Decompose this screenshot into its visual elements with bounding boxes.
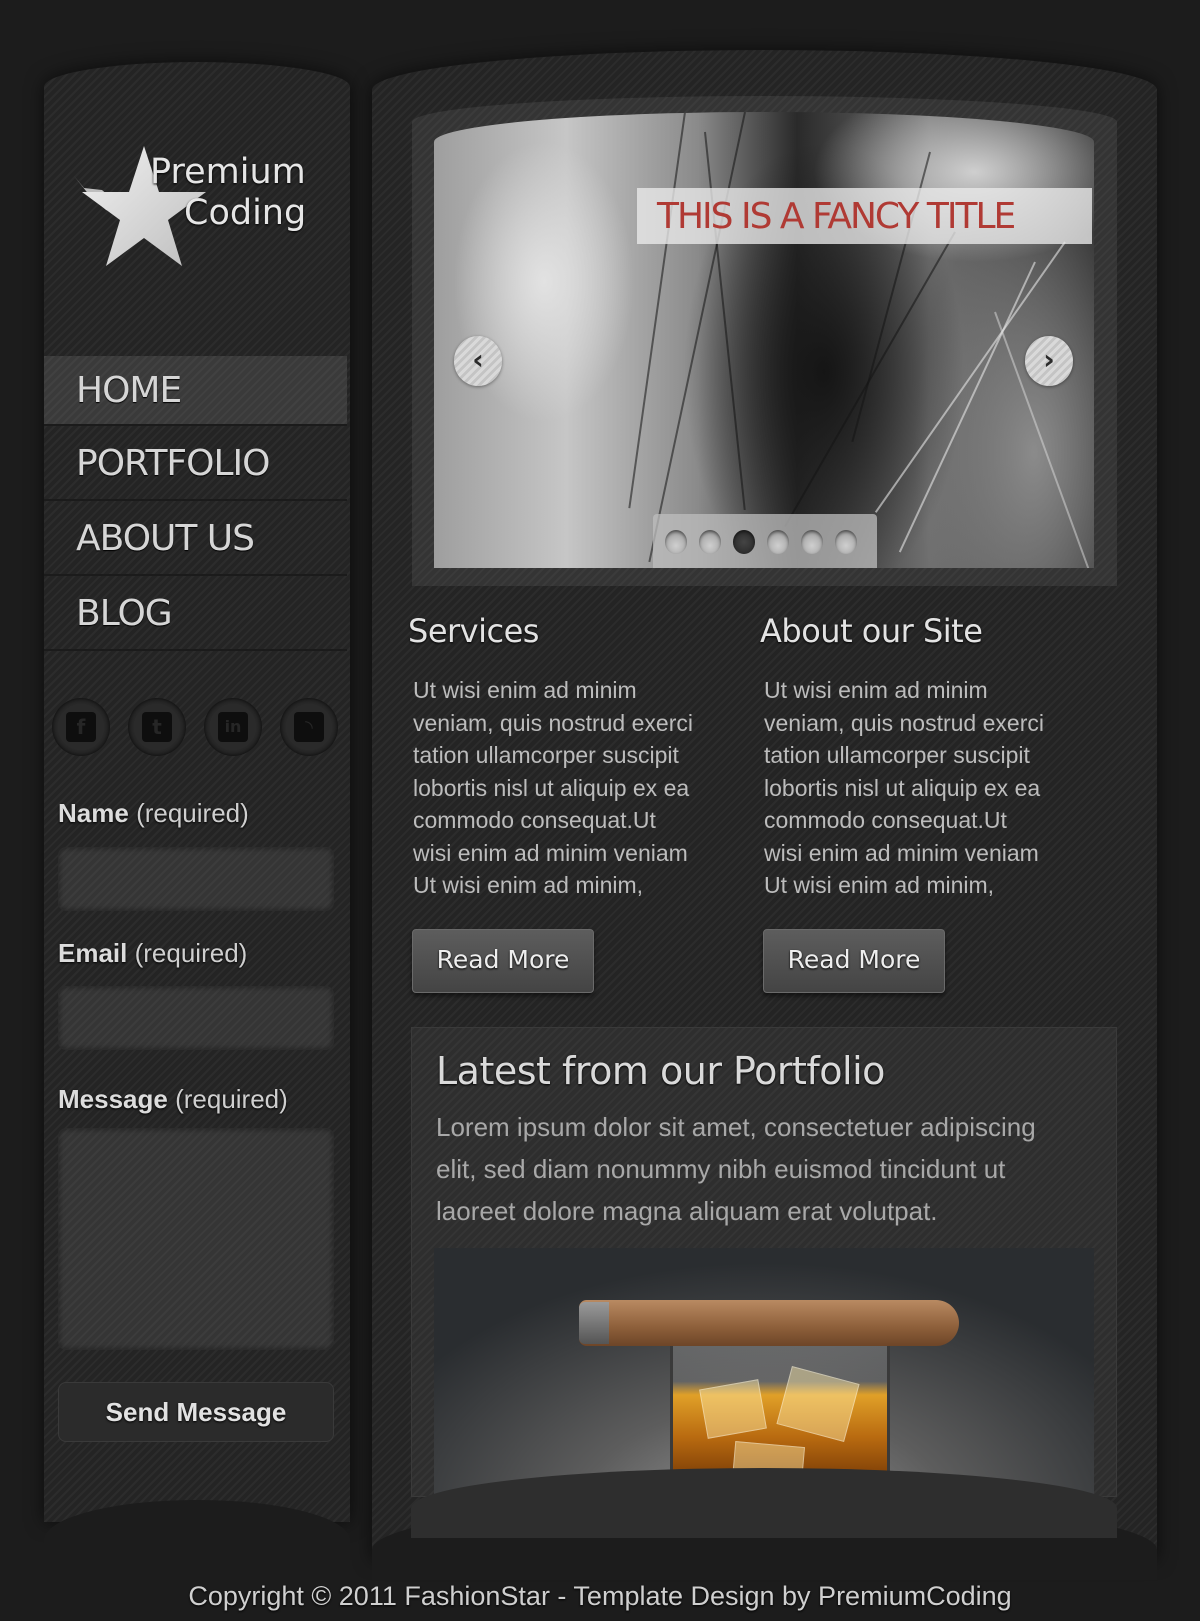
cigar-ash-graphic [579,1302,609,1344]
slide-dot-4[interactable] [767,530,789,554]
slider-image [434,112,1094,568]
about-body: Ut wisi enim ad minim veniam, quis nostr… [764,674,1084,902]
services-line: wisi enim ad minim veniam [413,839,688,866]
about-line: Ut wisi enim ad minim [764,677,988,703]
portfolio-line: Lorem ipsum dolor sit amet, consectetuer… [436,1112,1036,1142]
services-line: lobortis nisl ut aliquip ex ea [413,774,690,801]
message-label-text: Message [58,1084,168,1114]
twitter-button[interactable]: t [128,698,186,756]
portfolio-title: Latest from our Portfolio [436,1049,885,1093]
brand-line-1: Premium [150,152,306,192]
facebook-button[interactable]: f [52,698,110,756]
slide-dot-6[interactable] [835,530,857,554]
services-body: Ut wisi enim ad minim veniam, quis nostr… [413,674,733,902]
portfolio-bottom-curve [411,1468,1117,1538]
about-read-more-button[interactable]: Read More [763,929,945,993]
rss-button[interactable]: ◝ [280,698,338,756]
portfolio-line: laoreet dolore magna aliquam erat volutp… [436,1196,938,1226]
email-label-text: Email [58,938,128,968]
facebook-icon: f [66,712,96,742]
send-message-button[interactable]: Send Message [58,1382,334,1442]
portfolio-line: elit, sed diam nonummy nibh euismod tinc… [436,1154,1006,1184]
nav-item-about-us[interactable]: ABOUT US [44,501,347,576]
slider-prev-button[interactable]: ‹ [454,336,502,386]
about-line: veniam, quis nostrud exerci [764,709,1044,736]
services-line: commodo consequat.Ut [413,807,656,833]
about-line: lobortis nisl ut aliquip ex ea [764,774,1041,801]
slide-title: THIS IS A FANCY TITLE [657,196,1016,237]
linkedin-icon: in [218,712,248,742]
slider-next-button[interactable]: › [1025,336,1073,386]
nav-item-blog[interactable]: BLOG [44,576,347,651]
services-line: Ut wisi enim ad minim, [413,872,644,898]
required-hint: (required) [134,938,248,968]
services-line: veniam, quis nostrud exerci [413,709,693,736]
slide-dot-3[interactable] [733,530,755,554]
name-label: Name (required) [58,798,249,829]
brand-line-2: Coding [184,193,307,233]
portfolio-image[interactable] [434,1248,1094,1498]
cigar-graphic [579,1300,959,1346]
email-field[interactable] [58,986,334,1050]
about-title: About our Site [760,612,983,650]
services-read-more-button[interactable]: Read More [412,929,594,993]
name-label-text: Name [58,798,129,828]
portfolio-description: Lorem ipsum dolor sit amet, consectetuer… [436,1106,1106,1232]
email-label: Email (required) [58,938,247,969]
message-field[interactable] [58,1128,334,1350]
about-line: commodo consequat.Ut [764,807,1007,833]
required-hint: (required) [175,1084,288,1114]
chevron-right-icon: › [1043,343,1055,376]
footer-copyright: Copyright © 2011 FashionStar - Template … [188,1581,1012,1611]
about-line: wisi enim ad minim veniam [764,839,1039,866]
message-label: Message (required) [58,1084,288,1115]
required-hint: (required) [136,798,249,828]
chevron-left-icon: ‹ [472,343,484,376]
nav-item-home[interactable]: HOME [44,356,347,426]
about-line: Ut wisi enim ad minim, [764,872,995,898]
brand-name[interactable]: Premium Coding [150,152,306,234]
slide-dot-1[interactable] [665,530,687,554]
social-links: f t in ◝ [52,698,342,762]
slide-dot-5[interactable] [801,530,823,554]
services-line: tation ullamcorper suscipit [413,742,679,768]
slider-pagination [653,514,877,568]
about-line: tation ullamcorper suscipit [764,742,1030,768]
main-nav: HOME PORTFOLIO ABOUT US BLOG [44,356,347,651]
rss-icon: ◝ [294,712,324,742]
name-field[interactable] [58,847,334,911]
slide-dot-2[interactable] [699,530,721,554]
nav-item-portfolio[interactable]: PORTFOLIO [44,426,347,501]
twitter-icon: t [142,712,172,742]
services-line: Ut wisi enim ad minim [413,677,637,703]
linkedin-button[interactable]: in [204,698,262,756]
services-title: Services [408,612,539,650]
